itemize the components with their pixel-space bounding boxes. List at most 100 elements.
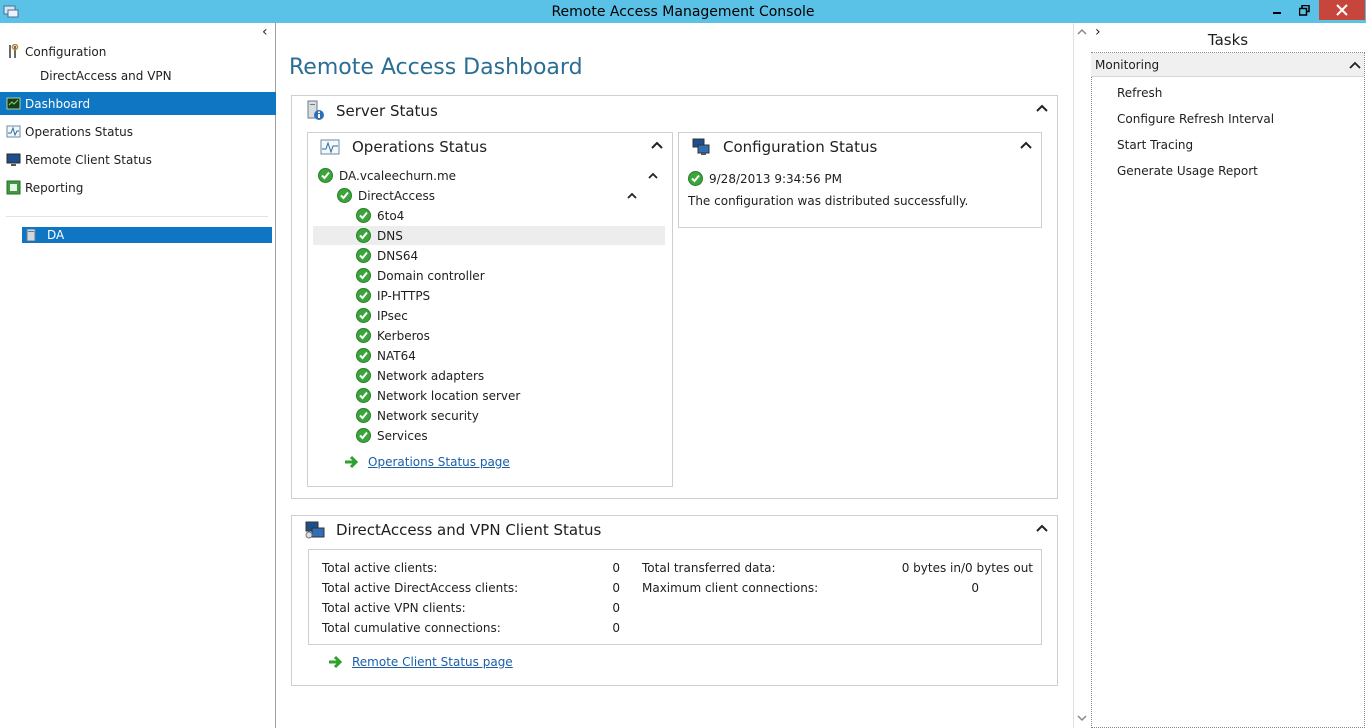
nav-item-dashboard[interactable]: Dashboard (0, 92, 276, 115)
operations-status-panel: Operations Status DA.vcaleechurn.me Direc… (307, 132, 673, 487)
server-status-header: Server Status (304, 100, 438, 122)
nav-item-remote-client-status[interactable]: Remote Client Status (0, 148, 276, 171)
tree-component-item[interactable]: DNS (313, 226, 665, 245)
pulse-icon (6, 125, 21, 138)
scroll-down-icon[interactable] (1077, 715, 1087, 722)
stat-label: Total transferred data: (642, 561, 776, 575)
nav-label: Operations Status (25, 124, 134, 139)
tree-component-item[interactable]: Network adapters (356, 366, 664, 385)
tree-item-label: 6to4 (377, 208, 405, 223)
operations-status-title: Operations Status (352, 138, 488, 156)
ok-check-icon (356, 248, 371, 263)
tasks-box (1091, 52, 1365, 728)
monitoring-label: Monitoring (1095, 57, 1160, 72)
scroll-up-icon[interactable] (1077, 28, 1087, 35)
nav-label: Dashboard (25, 96, 91, 111)
client-status-title: DirectAccess and VPN Client Status (336, 521, 602, 539)
collapse-chevron-icon[interactable] (1035, 104, 1049, 114)
tree-component-item[interactable]: Domain controller (356, 266, 664, 285)
configuration-message: The configuration was distributed succes… (688, 194, 969, 208)
nav-item-reporting[interactable]: Reporting (0, 176, 276, 199)
tree-component-item[interactable]: NAT64 (356, 346, 664, 365)
dashboard-icon (6, 97, 21, 110)
tree-component-item[interactable]: Kerberos (356, 326, 664, 345)
ok-check-icon (356, 368, 371, 383)
navigation-pane: ‹ Configuration DirectAccess and VPN Das… (0, 23, 276, 728)
collapse-chevron-icon[interactable] (650, 141, 664, 151)
ok-check-icon (337, 188, 352, 203)
ok-check-icon (356, 348, 371, 363)
ok-check-icon (356, 288, 371, 303)
nav-label: Configuration (25, 44, 107, 59)
tools-icon (9, 44, 19, 58)
green-arrow-icon (329, 655, 343, 669)
tree-item-label: Network security (377, 408, 479, 423)
ok-check-icon (356, 408, 371, 423)
tree-component-item[interactable]: Services (356, 426, 664, 445)
stat-value: 0 bytes in/0 bytes out (901, 561, 1033, 575)
tree-server-node[interactable]: DA.vcaleechurn.me (318, 166, 664, 185)
tree-item-label: DirectAccess (358, 188, 436, 203)
nav-item-directaccess-vpn[interactable]: DirectAccess and VPN (0, 64, 276, 87)
configuration-status-header: Configuration Status (691, 136, 877, 158)
collapse-chevron-icon[interactable] (1349, 61, 1361, 69)
tree-component-item[interactable]: IP-HTTPS (356, 286, 664, 305)
report-icon (6, 180, 21, 195)
monitoring-section-header[interactable]: Monitoring (1091, 53, 1364, 77)
tree-item-label: Domain controller (377, 268, 485, 283)
remote-client-status-link[interactable]: Remote Client Status page (352, 655, 513, 669)
stat-label: Maximum client connections: (642, 581, 819, 595)
content-scrollbar[interactable] (1073, 23, 1090, 728)
stat-label: Total active DirectAccess clients: (322, 581, 519, 595)
task-configure-refresh-interval[interactable]: Configure Refresh Interval (1117, 112, 1274, 126)
remote-client-status-link-row[interactable]: Remote Client Status page (328, 655, 513, 669)
tree-item-label: IPsec (377, 308, 408, 323)
tree-component-item[interactable]: Network location server (356, 386, 664, 405)
collapse-pane-icon[interactable]: ‹ (262, 24, 268, 40)
ok-check-icon (356, 388, 371, 403)
server-item-da[interactable]: DA (22, 227, 272, 243)
operations-status-header: Operations Status (320, 136, 487, 158)
tree-item-label: Services (377, 428, 428, 443)
collapse-chevron-icon[interactable] (646, 171, 660, 181)
tree-component-item[interactable]: IPsec (356, 306, 664, 325)
ok-check-icon (318, 168, 333, 183)
nav-label: Reporting (25, 180, 84, 195)
operations-status-link[interactable]: Operations Status page (368, 455, 510, 469)
client-stats-box: Total active clients: 0 Total active Dir… (308, 549, 1042, 645)
tree-component-item[interactable]: Network security (356, 406, 664, 425)
app-icon[interactable] (3, 3, 19, 19)
collapse-chevron-icon[interactable] (625, 191, 639, 201)
tasks-title: Tasks (1207, 31, 1249, 49)
stat-label: Total cumulative connections: (322, 621, 501, 635)
client-status-panel: DirectAccess and VPN Client Status Total… (291, 515, 1058, 686)
task-generate-usage-report[interactable]: Generate Usage Report (1117, 164, 1258, 178)
nav-divider (6, 216, 268, 217)
minimize-button[interactable] (1263, 0, 1290, 20)
stat-label: Total active VPN clients: (322, 601, 466, 615)
stat-value: 0 (971, 581, 979, 595)
nav-item-operations-status[interactable]: Operations Status (0, 120, 276, 143)
ok-check-icon (356, 428, 371, 443)
operations-status-link-row[interactable]: Operations Status page (344, 455, 510, 469)
tree-component-item[interactable]: DNS64 (356, 246, 664, 265)
restore-button[interactable] (1291, 0, 1318, 20)
collapse-chevron-icon[interactable] (1035, 524, 1049, 534)
nav-label: DirectAccess and VPN (40, 68, 172, 83)
page-title: Remote Access Dashboard (289, 55, 583, 80)
close-icon (1336, 4, 1348, 16)
tree-directaccess-node[interactable]: DirectAccess (337, 186, 664, 205)
tree-item-label: NAT64 (377, 348, 416, 363)
task-start-tracing[interactable]: Start Tracing (1117, 138, 1193, 152)
monitor-icon (6, 153, 21, 166)
configuration-timestamp: 9/28/2013 9:34:56 PM (709, 171, 843, 186)
collapse-chevron-icon[interactable] (1019, 141, 1033, 151)
tree-component-item[interactable]: 6to4 (356, 206, 664, 225)
clients-icon (305, 521, 325, 539)
close-button[interactable] (1319, 0, 1365, 20)
task-refresh[interactable]: Refresh (1117, 86, 1162, 100)
window-title: Remote Access Management Console (551, 3, 815, 20)
server-icon (26, 229, 36, 241)
stat-value: 0 (612, 561, 620, 575)
nav-item-configuration[interactable]: Configuration (0, 40, 276, 63)
